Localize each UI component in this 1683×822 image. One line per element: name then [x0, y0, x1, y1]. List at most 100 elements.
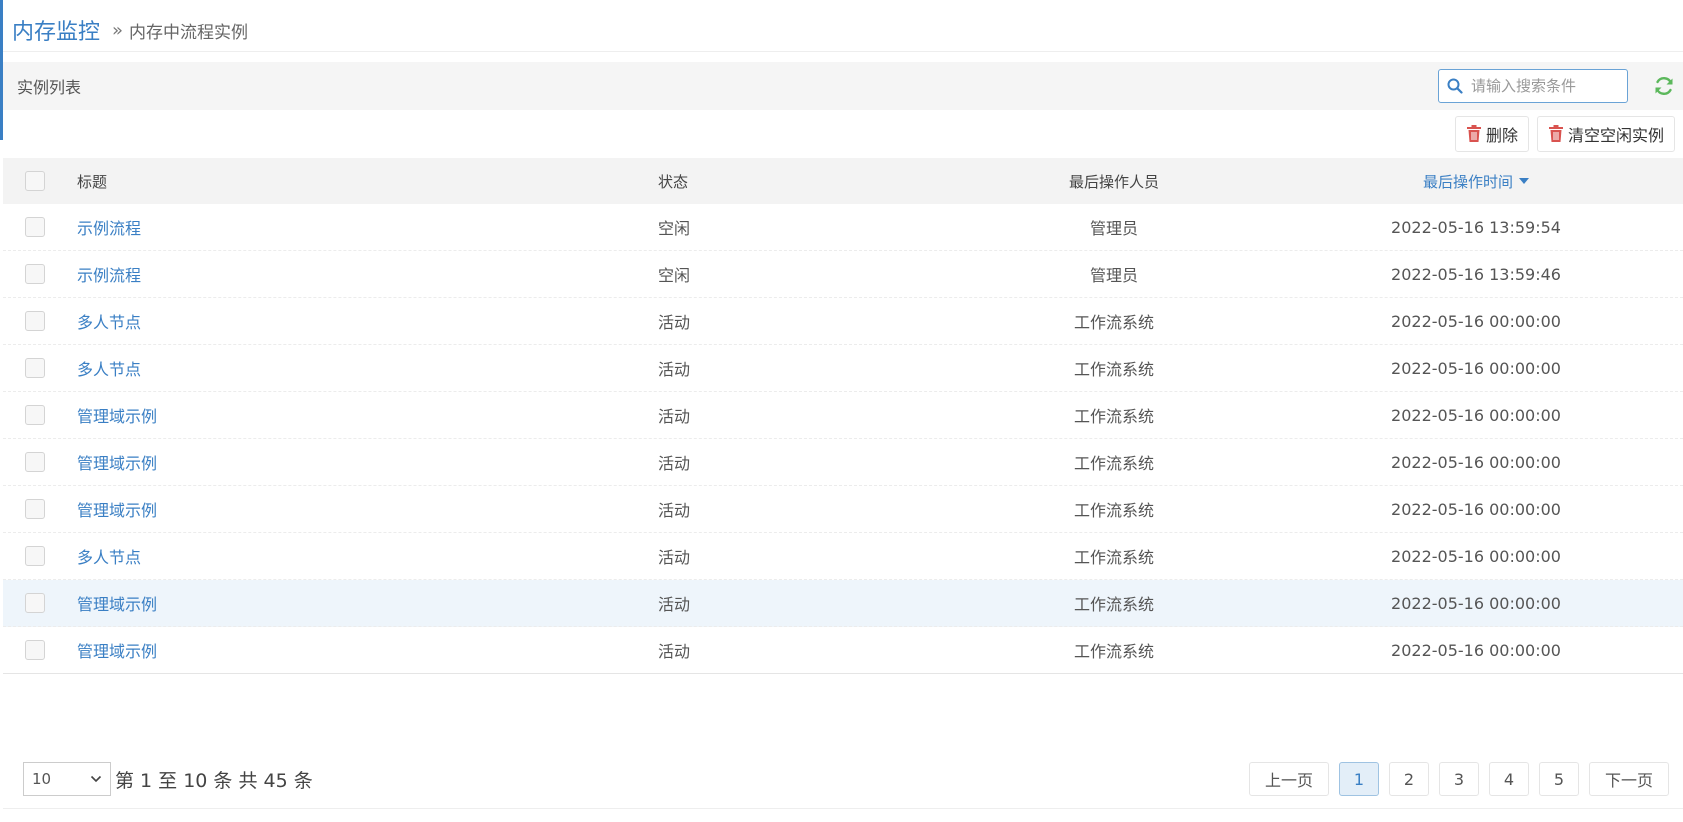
- page-button-5[interactable]: 5: [1539, 762, 1579, 796]
- row-checkbox[interactable]: [25, 452, 45, 472]
- header-divider: [3, 51, 1683, 52]
- delete-button-label: 删除: [1485, 126, 1518, 145]
- row-operator: 工作流系统: [1073, 313, 1154, 332]
- trash-icon: [1466, 125, 1481, 142]
- page-button-4[interactable]: 4: [1489, 762, 1529, 796]
- trash-icon: [1548, 125, 1563, 142]
- prev-page-button[interactable]: 上一页: [1249, 762, 1329, 796]
- breadcrumb-current: 内存中流程实例: [129, 22, 249, 43]
- table-row[interactable]: 管理域示例 活动 工作流系统 2022-05-16 00:00:00: [3, 439, 1683, 486]
- row-title-link[interactable]: 管理域示例: [77, 595, 157, 614]
- select-all-checkbox[interactable]: [25, 171, 45, 191]
- table-row[interactable]: 多人节点 活动 工作流系统 2022-05-16 00:00:00: [3, 298, 1683, 345]
- breadcrumb-main[interactable]: 内存监控: [12, 14, 100, 46]
- table-row[interactable]: 管理域示例 活动 工作流系统 2022-05-16 00:00:00: [3, 486, 1683, 533]
- row-time: 2022-05-16 00:00:00: [1391, 593, 1561, 613]
- row-checkbox[interactable]: [25, 593, 45, 613]
- search-box[interactable]: [1438, 69, 1628, 103]
- search-icon: [1447, 78, 1463, 94]
- table-footer: 10 第 1 至 10 条 共 45 条 上一页 1 2 3 4 5 下一页: [3, 762, 1683, 802]
- row-title-link[interactable]: 管理域示例: [77, 501, 157, 520]
- row-operator: 工作流系统: [1073, 642, 1154, 661]
- table-row[interactable]: 多人节点 活动 工作流系统 2022-05-16 00:00:00: [3, 345, 1683, 392]
- row-time: 2022-05-16 13:59:54: [1391, 217, 1561, 237]
- row-time: 2022-05-16 00:00:00: [1391, 452, 1561, 472]
- row-operator: 管理员: [1089, 266, 1138, 285]
- refresh-button[interactable]: [1651, 73, 1677, 99]
- row-checkbox[interactable]: [25, 217, 45, 237]
- table-row[interactable]: 多人节点 活动 工作流系统 2022-05-16 00:00:00: [3, 533, 1683, 580]
- row-status: 活动: [658, 501, 691, 520]
- table-row[interactable]: 管理域示例 活动 工作流系统 2022-05-16 00:00:00: [3, 580, 1683, 627]
- table-row[interactable]: 示例流程 空闲 管理员 2022-05-16 13:59:46: [3, 251, 1683, 298]
- next-page-button[interactable]: 下一页: [1589, 762, 1669, 796]
- row-title-link[interactable]: 管理域示例: [77, 454, 157, 473]
- table-row[interactable]: 管理域示例 活动 工作流系统 2022-05-16 00:00:00: [3, 627, 1683, 674]
- clear-idle-label: 清空空闲实例: [1567, 126, 1664, 145]
- row-status: 空闲: [658, 266, 691, 285]
- page-size-value: 10: [32, 770, 52, 788]
- row-status: 活动: [658, 407, 691, 426]
- row-checkbox[interactable]: [25, 358, 45, 378]
- row-checkbox[interactable]: [25, 640, 45, 660]
- row-status: 活动: [658, 454, 691, 473]
- row-title-link[interactable]: 多人节点: [77, 360, 141, 379]
- page-button-2[interactable]: 2: [1389, 762, 1429, 796]
- panel-title: 实例列表: [17, 78, 82, 97]
- row-time: 2022-05-16 00:00:00: [1391, 358, 1561, 378]
- row-status: 空闲: [658, 219, 691, 238]
- row-checkbox[interactable]: [25, 546, 45, 566]
- row-checkbox[interactable]: [25, 311, 45, 331]
- row-title-link[interactable]: 管理域示例: [77, 642, 157, 661]
- row-status: 活动: [658, 595, 691, 614]
- page-size-select[interactable]: 10: [23, 762, 111, 796]
- table-row[interactable]: 示例流程 空闲 管理员 2022-05-16 13:59:54: [3, 204, 1683, 251]
- row-checkbox[interactable]: [25, 264, 45, 284]
- row-operator: 工作流系统: [1073, 454, 1154, 473]
- page-button-1[interactable]: 1: [1339, 762, 1379, 796]
- row-time: 2022-05-16 13:59:46: [1391, 264, 1561, 284]
- row-time: 2022-05-16 00:00:00: [1391, 405, 1561, 425]
- row-status: 活动: [658, 548, 691, 567]
- refresh-icon: [1655, 77, 1673, 95]
- row-title-link[interactable]: 多人节点: [77, 313, 141, 332]
- pagination: 上一页 1 2 3 4 5 下一页: [1249, 762, 1669, 796]
- footer-divider: [3, 808, 1683, 809]
- header-status[interactable]: 状态: [649, 171, 959, 192]
- row-operator: 工作流系统: [1073, 548, 1154, 567]
- page-button-3[interactable]: 3: [1439, 762, 1479, 796]
- row-operator: 工作流系统: [1073, 360, 1154, 379]
- header-title[interactable]: 标题: [69, 171, 649, 192]
- row-title-link[interactable]: 管理域示例: [77, 407, 157, 426]
- header-last-time-label: 最后操作时间: [1422, 172, 1513, 191]
- clear-idle-instances-button[interactable]: 清空空闲实例: [1536, 116, 1675, 152]
- row-checkbox[interactable]: [25, 499, 45, 519]
- panel-header: 实例列表: [3, 62, 1683, 110]
- table-header: 标题 状态 最后操作人员 最后操作时间: [3, 158, 1683, 204]
- search-input[interactable]: [1469, 76, 1619, 96]
- row-status: 活动: [658, 313, 691, 332]
- chevron-down-icon: [90, 775, 102, 783]
- header-last-time[interactable]: 最后操作时间: [1423, 171, 1529, 192]
- row-title-link[interactable]: 示例流程: [77, 219, 141, 238]
- row-title-link[interactable]: 示例流程: [77, 266, 141, 285]
- table-row[interactable]: 管理域示例 活动 工作流系统 2022-05-16 00:00:00: [3, 392, 1683, 439]
- header-last-operator[interactable]: 最后操作人员: [959, 171, 1269, 192]
- breadcrumb-separator: »: [112, 19, 124, 41]
- row-status: 活动: [658, 360, 691, 379]
- row-title-link[interactable]: 多人节点: [77, 548, 141, 567]
- delete-button[interactable]: 删除: [1454, 116, 1529, 152]
- row-operator: 工作流系统: [1073, 407, 1154, 426]
- row-operator: 管理员: [1089, 219, 1138, 238]
- row-time: 2022-05-16 00:00:00: [1391, 311, 1561, 331]
- sort-desc-icon: [1519, 178, 1529, 184]
- instance-table: 标题 状态 最后操作人员 最后操作时间 示例流程 空闲 管理员 2022-05-…: [3, 158, 1683, 674]
- row-operator: 工作流系统: [1073, 595, 1154, 614]
- row-checkbox[interactable]: [25, 405, 45, 425]
- row-time: 2022-05-16 00:00:00: [1391, 546, 1561, 566]
- row-time: 2022-05-16 00:00:00: [1391, 499, 1561, 519]
- breadcrumb: 内存监控 » 内存中流程实例: [12, 10, 248, 50]
- row-time: 2022-05-16 00:00:00: [1391, 640, 1561, 660]
- row-status: 活动: [658, 642, 691, 661]
- row-operator: 工作流系统: [1073, 501, 1154, 520]
